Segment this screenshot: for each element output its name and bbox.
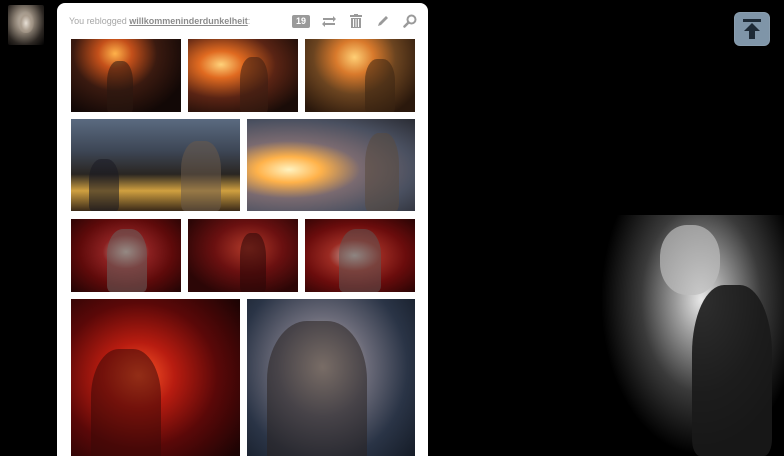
arrow-up-icon xyxy=(743,19,761,39)
edit-icon[interactable] xyxy=(374,14,391,29)
photoset-image[interactable] xyxy=(247,299,415,456)
photoset-image[interactable] xyxy=(71,299,240,456)
photoset-image[interactable] xyxy=(188,219,298,292)
photoset-image[interactable] xyxy=(247,119,415,211)
trash-icon[interactable] xyxy=(347,14,364,29)
photoset-image[interactable] xyxy=(305,219,415,292)
reblog-suffix: : xyxy=(247,16,251,26)
photoset-image[interactable] xyxy=(305,39,415,112)
search-icon[interactable] xyxy=(401,14,418,29)
post-header: You reblogged willkommeninderdunkelheit:… xyxy=(69,13,418,29)
post-controls: 19 xyxy=(291,14,418,29)
reblog-prefix: You reblogged xyxy=(69,16,127,26)
background-photo xyxy=(600,215,784,456)
scroll-to-top-button[interactable] xyxy=(734,12,770,46)
photoset-image[interactable] xyxy=(71,119,240,211)
notes-count-badge[interactable]: 19 xyxy=(291,14,310,28)
reblog-source-link[interactable]: willkommeninderdunkelheit xyxy=(129,16,248,26)
photoset-image[interactable] xyxy=(71,219,181,292)
photoset-image[interactable] xyxy=(188,39,298,112)
reblog-icon[interactable] xyxy=(320,14,337,29)
photoset-image[interactable] xyxy=(71,39,181,112)
blog-avatar[interactable] xyxy=(8,5,44,45)
reblog-info: You reblogged willkommeninderdunkelheit: xyxy=(69,16,250,26)
post-card: You reblogged willkommeninderdunkelheit:… xyxy=(57,3,428,456)
